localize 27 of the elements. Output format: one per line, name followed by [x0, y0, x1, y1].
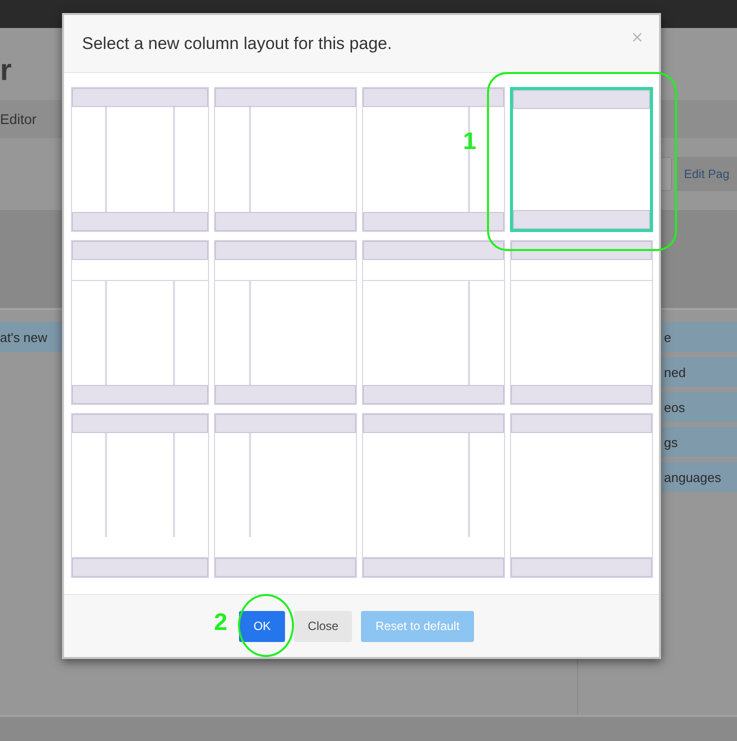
layout-option[interactable] [71, 87, 209, 232]
layout-option[interactable] [510, 240, 653, 405]
layout-option[interactable] [362, 87, 505, 232]
nav-item[interactable]: eos [662, 392, 737, 422]
edit-page-link[interactable]: Edit Pag [676, 157, 737, 191]
ok-button[interactable]: OK [239, 610, 285, 642]
layout-option[interactable] [71, 240, 209, 405]
layout-option[interactable] [510, 413, 653, 578]
nav-item[interactable]: ned [662, 357, 737, 387]
editor-tab[interactable]: Editor [0, 111, 37, 127]
layout-option[interactable] [362, 413, 505, 578]
step-number: 1 [463, 128, 476, 156]
highlight-outline [238, 594, 294, 657]
nav-item[interactable]: e [662, 322, 737, 352]
layout-option[interactable] [362, 240, 505, 405]
page-heading: r [0, 53, 12, 88]
layout-option[interactable] [214, 240, 357, 405]
layout-option[interactable] [214, 413, 357, 578]
layout-option[interactable] [214, 87, 357, 232]
layout-option[interactable] [510, 87, 653, 232]
nav-item[interactable]: at's new [0, 322, 62, 352]
close-button[interactable]: Close [294, 610, 352, 642]
layout-option[interactable] [71, 413, 209, 578]
step-number: 2 [214, 609, 228, 637]
nav-item[interactable]: gs [662, 427, 737, 457]
dialog-title: Select a new column layout for this page. [82, 34, 392, 54]
nav-item[interactable]: anguages [662, 462, 737, 492]
